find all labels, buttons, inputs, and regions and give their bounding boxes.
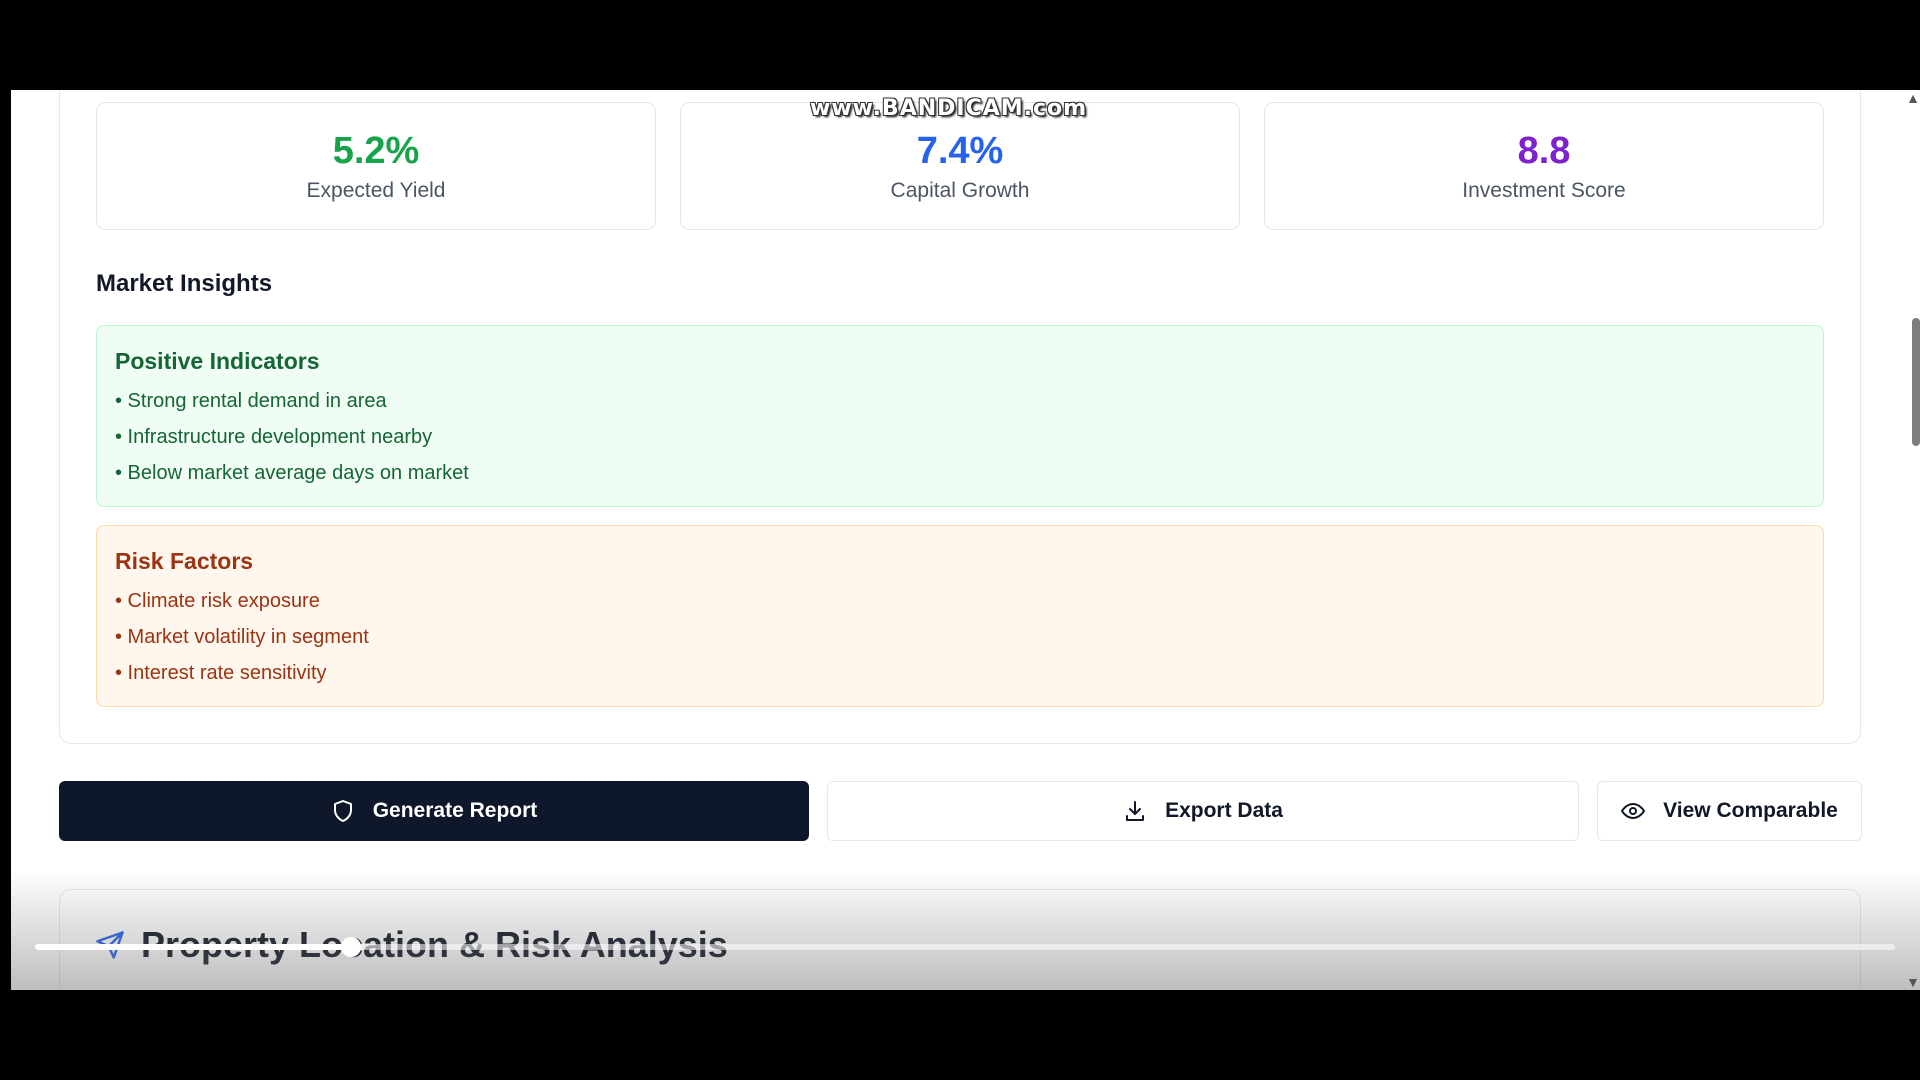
metric-label: Expected Yield xyxy=(306,178,446,202)
positive-indicators-panel: Positive Indicators • Strong rental dema… xyxy=(96,325,1824,507)
scroll-up-arrow-icon[interactable]: ▲ xyxy=(1906,90,1920,106)
list-item: • Interest rate sensitivity xyxy=(115,662,327,684)
metric-value: 8.8 xyxy=(1517,130,1571,172)
download-icon xyxy=(1126,801,1145,821)
list-item: • Strong rental demand in area xyxy=(115,390,387,412)
list-item: • Climate risk exposure xyxy=(115,590,320,612)
market-insights-heading: Market Insights xyxy=(96,270,273,297)
video-seekbar[interactable] xyxy=(35,937,1895,957)
view-comparable-button[interactable]: View Comparable xyxy=(1597,781,1862,841)
metric-card-capital-growth: 7.4% Capital Growth xyxy=(680,102,1240,230)
metric-value: 7.4% xyxy=(916,130,1004,172)
metric-card-expected-yield: 5.2% Expected Yield xyxy=(96,102,656,230)
list-item: • Infrastructure development nearby xyxy=(115,426,433,448)
shield-icon xyxy=(333,800,352,822)
app-viewport: 5.2% Expected Yield 7.4% Capital Growth … xyxy=(11,90,1920,990)
generate-report-button[interactable]: Generate Report xyxy=(59,781,809,841)
list-item: • Market volatility in segment xyxy=(115,626,369,648)
list-item: • Below market average days on market xyxy=(115,462,469,484)
export-data-button[interactable]: Export Data xyxy=(827,781,1579,841)
scroll-down-arrow-icon[interactable]: ▼ xyxy=(1906,974,1920,990)
risk-factors-title: Risk Factors xyxy=(115,548,254,574)
export-data-label: Export Data xyxy=(1165,799,1283,822)
seekbar-progress xyxy=(35,944,352,950)
eye-icon xyxy=(1621,803,1646,819)
metric-value: 5.2% xyxy=(332,130,420,172)
metric-label: Capital Growth xyxy=(890,178,1030,202)
scrollbar-thumb[interactable] xyxy=(1912,318,1920,446)
risk-factors-panel: Risk Factors • Climate risk exposure • M… xyxy=(96,525,1824,707)
recorder-watermark: www.BANDICAM.com xyxy=(810,96,1088,121)
metric-label: Investment Score xyxy=(1462,178,1626,202)
positive-indicators-title: Positive Indicators xyxy=(115,348,320,374)
view-comparable-label: View Comparable xyxy=(1663,799,1838,822)
metric-card-investment-score: 8.8 Investment Score xyxy=(1264,102,1824,230)
generate-report-label: Generate Report xyxy=(372,799,538,822)
